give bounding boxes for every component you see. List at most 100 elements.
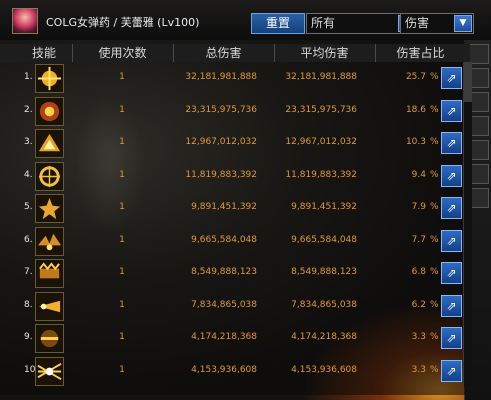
skill-icon [35,226,64,256]
skill-icon [35,291,64,321]
average-damage: 9,891,451,392 [291,202,357,212]
use-count: 1 [119,267,125,277]
column-divider [173,44,174,62]
skill-icon [35,194,64,223]
damage-share: 7.7 [411,234,426,245]
export-button[interactable]: ⇗ [441,229,462,252]
export-icon: ⇗ [446,71,457,85]
average-damage: 23,315,975,736 [285,104,357,115]
percent-sign: % [430,137,439,147]
skill-icon [35,324,64,353]
row-rank: 9. [24,332,33,342]
percent-sign: % [430,169,439,180]
percent-sign: % [430,364,439,375]
reset-button[interactable]: 重置 [251,13,305,34]
percent-sign: % [430,267,439,277]
skill-icon [35,259,64,288]
chevron-down-icon: ▼ [454,15,472,32]
table-row[interactable]: 10. 1 4,153,936,608 4,153,936,608 3.3% ⇗ [0,355,470,387]
column-share[interactable]: 伤害占比 [378,44,463,62]
damage-share: 6.8 [411,267,426,277]
average-damage: 12,967,012,032 [285,137,357,147]
column-total[interactable]: 总伤害 [176,44,271,62]
export-icon: ⇗ [446,201,457,215]
skill-icon [35,356,64,386]
average-damage: 9,665,584,048 [291,234,357,245]
row-rank: 3. [24,137,33,147]
use-count: 1 [119,202,125,212]
export-button[interactable]: ⇗ [441,67,462,89]
export-icon: ⇗ [446,233,457,248]
export-button[interactable]: ⇗ [441,99,462,122]
table-row[interactable]: 4. 1 11,819,883,392 11,819,883,392 9.4% ⇗ [0,160,470,192]
row-rank: 5. [24,202,33,212]
damage-share: 18.6 [405,104,426,115]
table-row[interactable]: 1. 1 32,181,981,888 32,181,981,888 25.7% ⇗ [0,62,470,94]
damage-share: 10.3 [405,137,426,147]
table-row[interactable]: 3. 1 12,967,012,032 12,967,012,032 10.3% ⇗ [0,127,470,159]
scrollbar-thumb[interactable] [464,62,472,102]
table-row[interactable]: 8. 1 7,834,865,038 7,834,865,038 6.2% ⇗ [0,290,470,322]
export-icon: ⇗ [446,136,457,150]
use-count: 1 [119,137,125,147]
table-row[interactable]: 2. 1 23,315,975,736 23,315,975,736 18.6% ⇗ [0,95,470,127]
damage-share: 6.2 [411,299,426,310]
skill-icon [35,64,64,93]
average-damage: 7,834,865,038 [291,299,357,310]
use-count: 1 [119,234,125,245]
average-damage: 8,549,888,123 [291,267,357,277]
export-icon: ⇗ [446,363,457,378]
row-rank: 1. [24,72,33,82]
export-button[interactable]: ⇗ [441,294,462,317]
scrollbar[interactable] [463,62,472,387]
avatar [12,8,38,34]
percent-sign: % [430,72,439,82]
table-row[interactable]: 6. 1 9,665,584,048 9,665,584,048 7.7% ⇗ [0,225,470,257]
export-button[interactable]: ⇗ [441,197,462,219]
row-rank: 2. [24,104,33,115]
damage-share: 3.3 [411,332,426,342]
column-uses[interactable]: 使用次数 [75,44,170,62]
skill-icon [35,161,64,191]
damage-share: 7.9 [411,202,426,212]
column-average[interactable]: 平均伤害 [277,44,372,62]
column-divider [274,44,275,62]
export-icon: ⇗ [446,103,457,118]
percent-sign: % [430,202,439,212]
use-count: 1 [119,299,125,310]
use-count: 1 [119,72,125,82]
use-count: 1 [119,364,125,375]
row-rank: 6. [24,234,33,245]
average-damage: 4,174,218,368 [291,332,357,342]
column-skill[interactable]: 技能 [20,44,68,62]
export-button[interactable]: ⇗ [441,359,462,382]
average-damage: 32,181,981,888 [285,72,357,82]
percent-sign: % [430,104,439,115]
export-button[interactable]: ⇗ [441,132,462,154]
row-rank: 8. [24,299,33,310]
table-row[interactable]: 7. 1 8,549,888,123 8,549,888,123 6.8% ⇗ [0,257,470,289]
export-icon: ⇗ [446,298,457,313]
character-name: COLG女弹药 / 芙蕾雅 (Lv100) [46,16,200,29]
damage-share: 3.3 [411,364,426,375]
table-row[interactable]: 9. 1 4,174,218,368 4,174,218,368 3.3% ⇗ [0,322,470,354]
metric-select-value: 伤害 [405,16,430,30]
column-divider [72,44,73,62]
export-icon: ⇗ [446,266,457,280]
export-button[interactable]: ⇗ [441,164,462,187]
skill-icon [35,96,64,126]
average-damage: 4,153,936,608 [291,364,357,375]
column-divider [375,44,376,62]
percent-sign: % [430,234,439,245]
export-button[interactable]: ⇗ [441,327,462,349]
metric-select[interactable]: 伤害 ▼ [400,13,474,34]
average-damage: 11,819,883,392 [285,169,357,180]
damage-share: 25.7 [405,72,426,82]
skill-icon [35,129,64,158]
export-button[interactable]: ⇗ [441,262,462,284]
table-row[interactable]: 5. 1 9,891,451,392 9,891,451,392 7.9% ⇗ [0,192,470,224]
stats-header: COLG女弹药 / 芙蕾雅 (Lv100) 重置 所有 ▼ 伤害 ▼ [0,0,491,40]
use-count: 1 [119,169,125,180]
damage-share: 9.4 [411,169,426,180]
percent-sign: % [430,332,439,342]
